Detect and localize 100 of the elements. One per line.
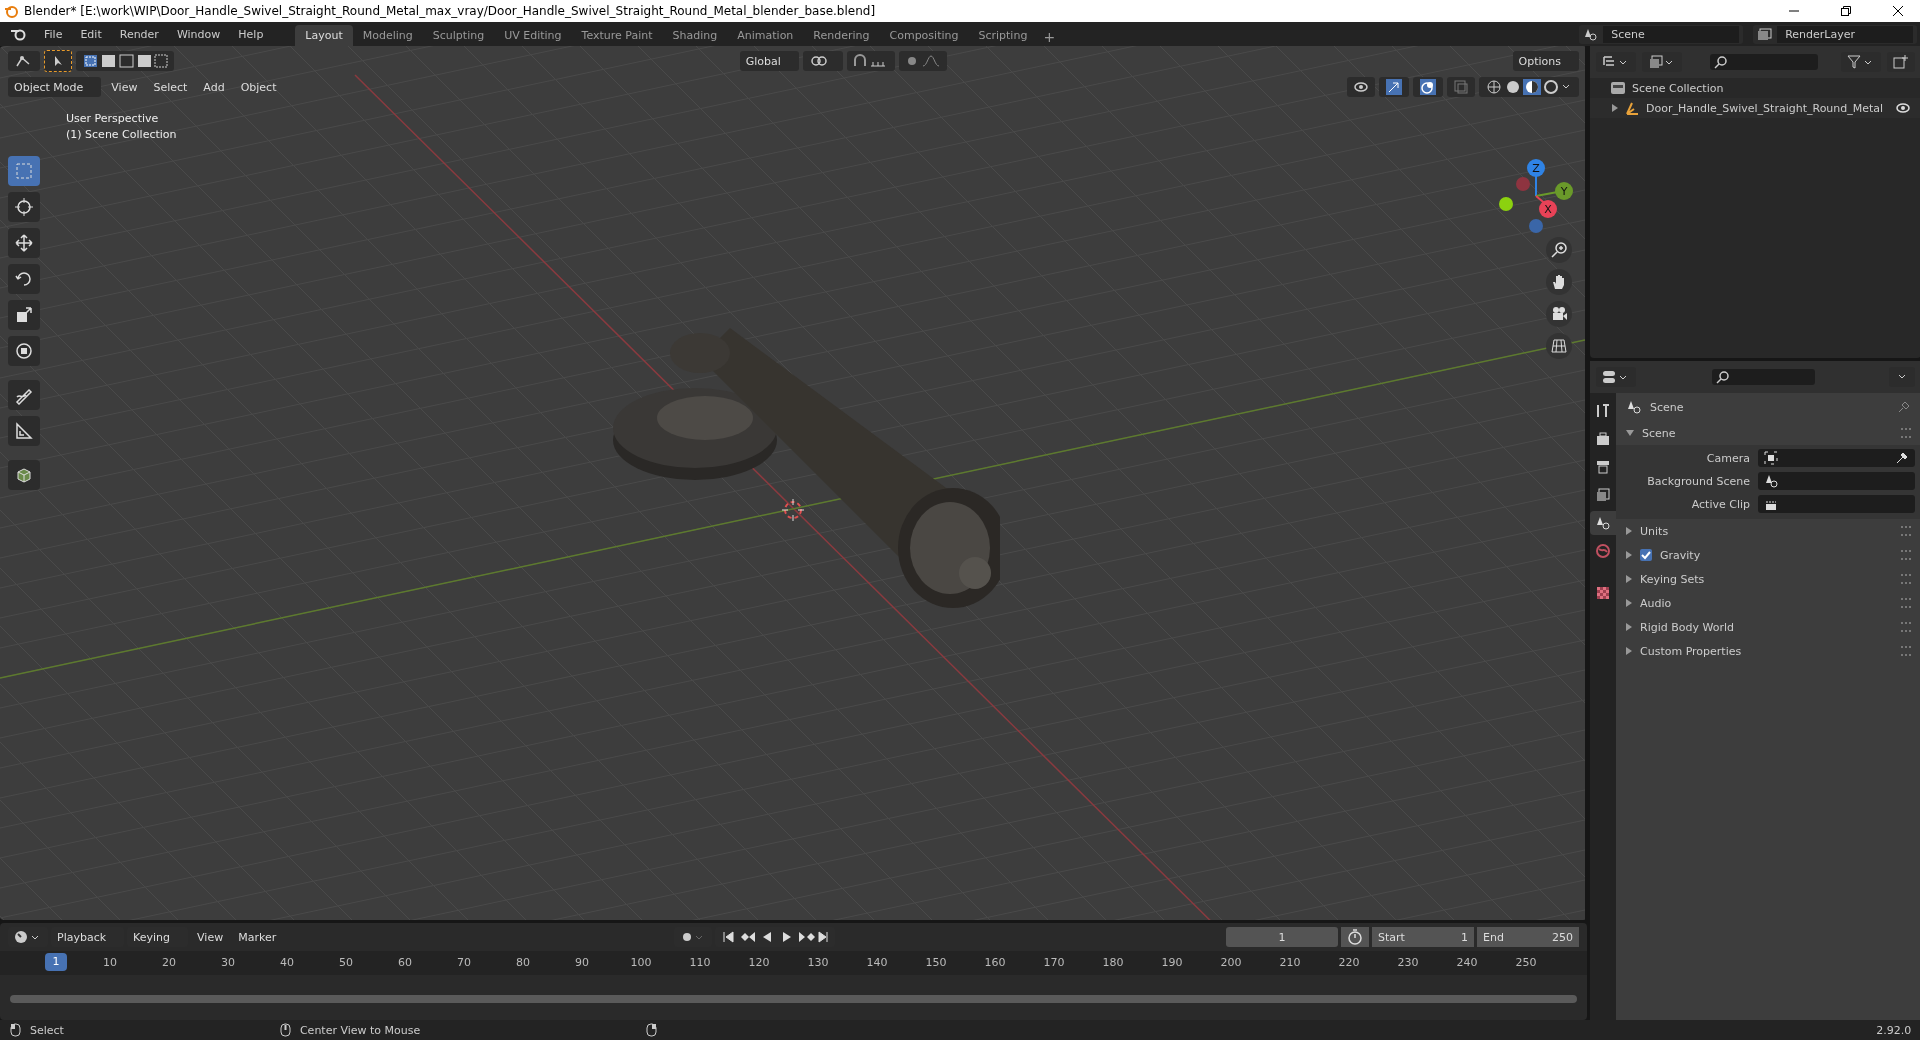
scene-icon[interactable] [1590,511,1616,535]
drag-handle-icon[interactable] [1901,428,1912,438]
timeline-menu[interactable]: View [191,928,230,946]
options-dropdown[interactable]: Options [1512,51,1579,71]
proportional-button[interactable] [898,51,947,71]
visibility-button[interactable] [1347,77,1375,97]
selection-mode-buttons[interactable] [76,51,174,71]
input-field[interactable] [1758,495,1916,513]
workspace-tab[interactable]: Shading [662,25,728,46]
display-mode-button[interactable] [1642,52,1682,72]
empty-axes-icon [1624,101,1640,115]
frame-number: 170 [1042,956,1066,969]
viewport-menu[interactable]: View [105,78,144,96]
workspace-tab[interactable]: Sculpting [422,25,495,46]
timeline-scrollbar[interactable] [10,995,1577,1003]
start-frame-field[interactable]: Start 1 [1372,927,1474,947]
use-preview-range-button[interactable] [1341,927,1369,947]
menu-item[interactable]: File [36,25,71,43]
workspace-tab[interactable]: Scripting [968,25,1038,46]
expand-arrow-icon[interactable] [1626,527,1632,535]
editor-type-button[interactable] [1596,367,1636,387]
orientation-dropdown[interactable]: Global [739,51,799,71]
cursor-icon[interactable] [8,192,40,222]
search-field[interactable] [1712,369,1815,385]
playhead[interactable]: 1 [45,953,67,971]
drag-handle-icon[interactable] [1901,526,1912,536]
input-field[interactable] [1758,449,1916,467]
drag-handle-icon[interactable] [1901,646,1912,656]
new-collection-button[interactable] [1887,52,1916,72]
version-label: 2.92.0 [1876,1023,1912,1037]
field-label: Background Scene [1646,474,1750,488]
drag-handle-icon[interactable] [1901,550,1912,560]
editor-type-button[interactable] [8,51,40,71]
view-layer-selector[interactable]: RenderLayer [1753,24,1918,44]
overlay-button[interactable] [1413,77,1443,97]
expand-arrow-icon[interactable] [1626,623,1632,631]
workspace-tab[interactable]: Texture Paint [571,25,663,46]
current-frame-field[interactable]: 1 [1226,927,1338,947]
menu-item[interactable]: Window [168,25,229,43]
viewport-menu[interactable]: Select [147,78,194,96]
annotate-icon[interactable] [8,380,40,410]
expand-arrow-icon[interactable] [1626,430,1634,436]
measure-icon[interactable] [8,416,40,446]
overlay-icon [1419,79,1437,95]
add-workspace-button[interactable]: + [1037,28,1062,46]
panel-title[interactable]: Custom Properties [1640,644,1742,658]
pivot-button[interactable] [802,51,843,71]
timeline-menu[interactable]: Marker [232,928,283,946]
snap-button[interactable] [846,51,895,71]
transform-icon[interactable] [8,336,40,366]
workspace-tab[interactable]: Rendering [803,25,880,46]
input-field[interactable] [1758,472,1916,490]
workspace-tab[interactable]: Layout [295,25,353,46]
expand-arrow-icon[interactable] [1626,599,1632,607]
expand-arrow-icon[interactable] [1626,647,1632,655]
panel-title[interactable]: Rigid Body World [1640,620,1734,634]
scene-selector[interactable]: Scene [1579,24,1744,44]
add-cube-icon[interactable] [8,460,40,490]
search-field[interactable] [1710,54,1818,70]
shading-buttons[interactable] [1479,77,1579,97]
gizmo-button[interactable] [1379,77,1409,97]
eye-icon[interactable] [1895,101,1912,115]
drag-handle-icon[interactable] [1901,574,1912,584]
frame-number: 180 [1101,956,1125,969]
expand-arrow-icon[interactable] [1612,104,1618,112]
viewport-menu[interactable]: Object [234,78,283,96]
workspace-tab[interactable]: UV Editing [494,25,572,46]
blender-logo-icon[interactable] [10,27,26,41]
expand-arrow-icon[interactable] [1626,551,1632,559]
frame-number: 210 [1278,956,1302,969]
filter-button[interactable] [1841,52,1882,72]
frame-number: 100 [629,956,653,969]
panel-title[interactable]: Units [1640,524,1669,538]
mouse-left-icon [10,1023,22,1037]
expand-arrow-icon[interactable] [1626,575,1632,583]
gizmo-icon [1385,79,1403,95]
mode-dropdown[interactable]: Object Mode [8,77,102,97]
menu-item[interactable]: Help [230,25,272,43]
viewport-menu[interactable]: Add [197,78,231,96]
scene-icon [1764,474,1778,488]
end-frame-field[interactable]: End 250 [1477,927,1579,947]
panel-title[interactable]: Scene [1642,426,1676,440]
panel-title[interactable]: Audio [1640,596,1672,610]
panel-title[interactable]: Gravity [1660,548,1701,562]
tweak-tool-button[interactable] [44,50,72,72]
workspace-tab[interactable]: Animation [727,25,804,46]
workspace-tab[interactable]: Compositing [879,25,969,46]
rotate-icon[interactable] [8,264,40,294]
panel-title[interactable]: Keying Sets [1640,572,1705,586]
select-modes-icon [82,53,168,69]
editor-type-button[interactable] [1596,52,1636,72]
menu-item[interactable]: Render [111,25,167,43]
menu-item[interactable]: Edit [72,25,110,43]
workspace-tab[interactable]: Modeling [352,25,423,46]
checkbox[interactable] [1640,549,1652,561]
outliner-item[interactable]: Scene Collection [1632,81,1724,95]
drag-handle-icon[interactable] [1901,598,1912,608]
scale-icon[interactable] [8,300,40,330]
move-icon[interactable] [8,228,40,258]
drag-handle-icon[interactable] [1901,622,1912,632]
